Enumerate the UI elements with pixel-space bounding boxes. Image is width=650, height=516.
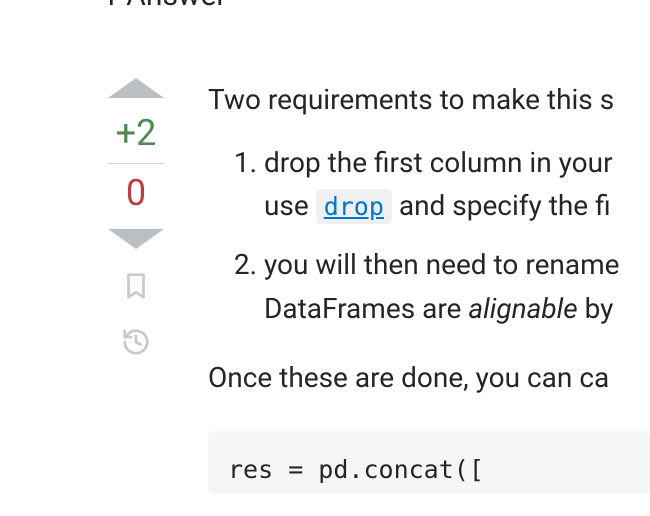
alignable-emphasis: alignable bbox=[468, 292, 577, 325]
vote-column: +2 0 bbox=[96, 78, 176, 361]
downvote-button[interactable] bbox=[108, 229, 164, 249]
history-icon[interactable] bbox=[121, 327, 151, 361]
list-item: you will then need to rename DataFrames … bbox=[264, 243, 650, 330]
code-text: res = pd.concat([ bbox=[228, 451, 630, 489]
list-text: drop the first column in your bbox=[264, 146, 613, 179]
answer-intro: Two requirements to make this s bbox=[208, 80, 650, 121]
list-text: you will then need to rename bbox=[264, 248, 620, 281]
requirements-list: drop the first column in your use drop a… bbox=[208, 141, 650, 331]
list-text: use bbox=[264, 189, 316, 222]
list-text: and specify the fi bbox=[392, 189, 611, 222]
code-block: res = pd.concat([ bbox=[208, 431, 650, 495]
upvote-button[interactable] bbox=[108, 78, 164, 98]
vote-divider bbox=[108, 163, 164, 164]
bookmark-icon[interactable] bbox=[121, 271, 151, 305]
answers-header: 1 Answer bbox=[102, 0, 227, 13]
list-item: drop the first column in your use drop a… bbox=[264, 141, 650, 228]
vote-score: 0 bbox=[126, 172, 146, 215]
answer-continuation: Once these are done, you can ca bbox=[208, 358, 650, 399]
answer-body: Two requirements to make this s drop the… bbox=[208, 78, 650, 494]
list-text: by bbox=[578, 292, 614, 325]
list-text: DataFrames are bbox=[264, 292, 468, 325]
vote-delta: +2 bbox=[116, 112, 157, 155]
drop-code-link[interactable]: drop bbox=[316, 189, 392, 224]
